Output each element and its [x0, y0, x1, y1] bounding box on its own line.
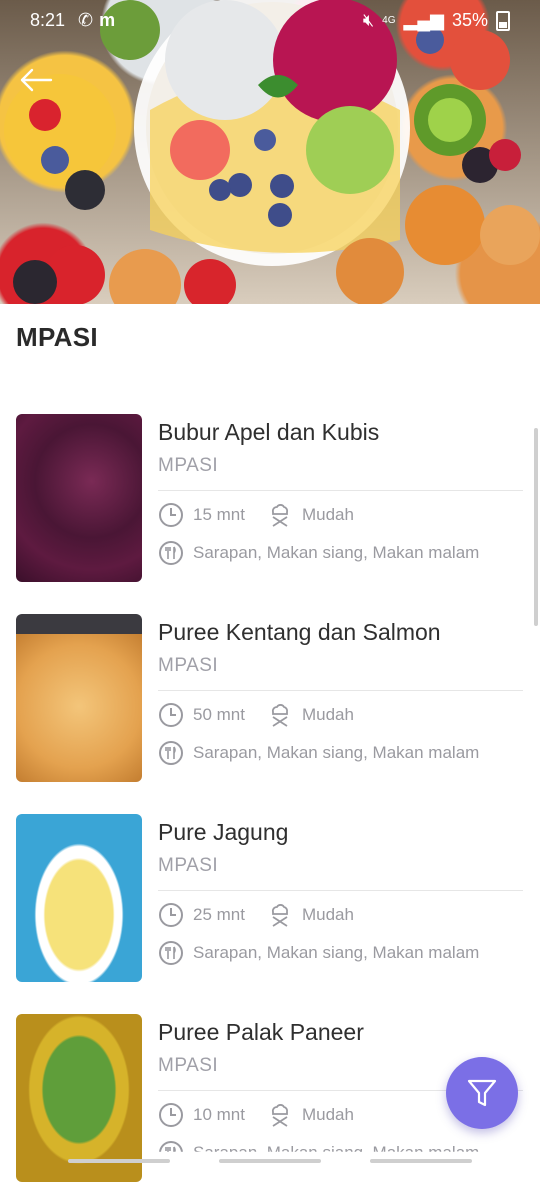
recipe-category: MPASI: [158, 1055, 219, 1076]
system-nav-bar: [0, 1156, 540, 1170]
recipe-meta: 10 mnt Mudah: [158, 1102, 354, 1128]
status-bar: 8:21 ✆m 🔇︎ 4G ▂▄▆ 35%: [0, 0, 540, 42]
divider: [158, 690, 523, 691]
status-time: 8:21: [30, 10, 66, 30]
battery-icon: [496, 10, 510, 31]
page-title: MPASI: [16, 322, 98, 352]
recipe-meta: 50 mnt Mudah: [158, 702, 354, 728]
hero-image: [0, 0, 540, 304]
chef-hat-icon: [267, 702, 293, 728]
nav-handle-center[interactable]: [219, 1159, 321, 1163]
nav-handle-left[interactable]: [68, 1159, 170, 1163]
clock-icon: [158, 502, 184, 528]
m-app-icon: m: [99, 10, 122, 30]
battery-percent: 35%: [451, 10, 488, 30]
recipe-title: Bubur Apel dan Kubis: [158, 419, 380, 445]
divider: [158, 890, 523, 891]
filter-button[interactable]: [446, 1057, 518, 1129]
recipe-meals-row: Sarapan, Makan siang, Makan malam: [158, 540, 479, 566]
scrollbar[interactable]: [534, 428, 538, 626]
recipe-category: MPASI: [158, 455, 219, 476]
recipe-meals-row: Sarapan, Makan siang, Makan malam: [158, 940, 479, 966]
recipe-meals: Sarapan, Makan siang, Makan malam: [193, 743, 480, 762]
recipe-title: Pure Jagung: [158, 819, 289, 845]
divider: [158, 490, 523, 491]
fruit-bowl-illustration: [4, 0, 540, 304]
recipe-category: MPASI: [158, 655, 219, 676]
recipe-time: 25 mnt: [193, 905, 245, 924]
status-right: 🔇︎ 4G ▂▄▆ 35%: [363, 10, 510, 31]
back-button[interactable]: [16, 60, 56, 100]
recipe-difficulty: Mudah: [301, 505, 354, 524]
cutlery-icon: [158, 540, 184, 566]
cutlery-icon: [158, 740, 184, 766]
recipe-difficulty: Mudah: [301, 1105, 354, 1124]
whatsapp-icon: ✆: [78, 10, 100, 30]
recipe-title: Puree Kentang dan Salmon: [158, 619, 441, 645]
filter-icon: [467, 1079, 497, 1107]
recipe-meals: Sarapan, Makan siang, Makan malam: [193, 943, 480, 962]
recipe-meta: 25 mnt Mudah: [158, 902, 354, 928]
recipe-meta: 15 mnt Mudah: [158, 502, 354, 528]
recipe-time: 10 mnt: [193, 1105, 245, 1124]
network-label: 4G: [382, 15, 396, 26]
recipe-thumbnail: [16, 814, 142, 982]
recipe-difficulty: Mudah: [301, 905, 354, 924]
recipe-title: Puree Palak Paneer: [158, 1019, 364, 1045]
recipe-difficulty: Mudah: [301, 705, 354, 724]
clock-icon: [158, 1102, 184, 1128]
recipe-card[interactable]: Bubur Apel dan Kubis MPASI 15 mnt Mudah …: [0, 414, 540, 584]
recipe-thumbnail: [16, 614, 142, 782]
chef-hat-icon: [267, 1102, 293, 1128]
signal-icon: ▂▄▆: [403, 10, 444, 30]
mute-icon: 🔇︎: [362, 10, 375, 30]
recipe-thumbnail: [16, 414, 142, 582]
recipe-meals-row: Sarapan, Makan siang, Makan malam: [158, 740, 479, 766]
nav-handle-right[interactable]: [370, 1159, 472, 1163]
chef-hat-icon: [267, 502, 293, 528]
recipe-time: 15 mnt: [193, 505, 245, 524]
clock-icon: [158, 702, 184, 728]
chef-hat-icon: [267, 902, 293, 928]
clock-icon: [158, 902, 184, 928]
cutlery-icon: [158, 940, 184, 966]
recipe-meals: Sarapan, Makan siang, Makan malam: [193, 543, 480, 562]
recipe-time: 50 mnt: [193, 705, 245, 724]
recipe-category: MPASI: [158, 855, 219, 876]
recipe-card[interactable]: Pure Jagung MPASI 25 mnt Mudah Sarapan, …: [0, 814, 540, 984]
recipe-card[interactable]: Puree Kentang dan Salmon MPASI 50 mnt Mu…: [0, 614, 540, 784]
arrow-left-icon: [20, 68, 53, 92]
status-app-icons: ✆m: [78, 10, 121, 31]
